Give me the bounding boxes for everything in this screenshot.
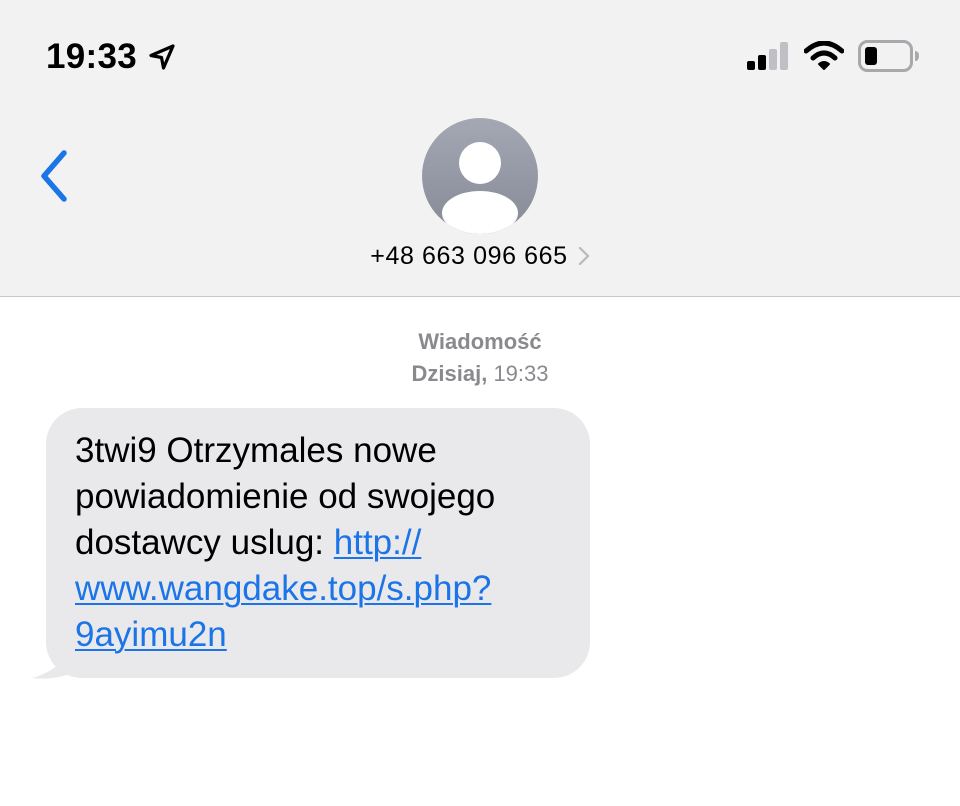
message-text-line-3: dostawcy uslug: bbox=[75, 523, 325, 562]
status-time-group: 19:33 bbox=[46, 36, 177, 78]
message-link-line-1: http:// bbox=[333, 523, 422, 562]
message-text-line-1: 3twi9 Otrzymales nowe bbox=[75, 431, 437, 470]
contact-avatar[interactable] bbox=[422, 118, 538, 234]
status-time: 19:33 bbox=[46, 37, 138, 76]
header-area: 19:33 +48 663 096 665 bbox=[0, 0, 960, 297]
chevron-right-icon bbox=[578, 246, 589, 266]
message-link-line-2: www.wangdake.top/s.php? bbox=[75, 569, 492, 608]
status-indicators bbox=[746, 40, 920, 72]
wifi-icon bbox=[804, 41, 844, 70]
message-text-line-2: powiadomienie od swojego bbox=[75, 477, 496, 516]
message-type-label: Wiadomość bbox=[418, 329, 542, 354]
message-bubble[interactable]: 3twi9 Otrzymales nowe powiadomienie od s… bbox=[46, 408, 590, 678]
conversation-header: +48 663 096 665 bbox=[0, 110, 960, 296]
back-button[interactable] bbox=[32, 146, 76, 206]
location-arrow-icon bbox=[149, 44, 175, 70]
incoming-message: 3twi9 Otrzymales nowe powiadomienie od s… bbox=[30, 408, 590, 682]
message-time: 19:33 bbox=[493, 361, 549, 386]
message-date: Dzisiaj, 19:33 bbox=[0, 358, 960, 390]
chevron-left-icon bbox=[41, 150, 67, 202]
message-timestamp: Wiadomość Dzisiaj, 19:33 bbox=[0, 326, 960, 390]
cellular-signal-icon bbox=[747, 42, 788, 70]
battery-low-icon bbox=[858, 40, 919, 72]
person-silhouette-icon bbox=[442, 142, 518, 234]
message-day: Dzisiaj, bbox=[411, 361, 488, 386]
message-link-line-3: 9ayimu2n bbox=[75, 615, 227, 654]
contact-number: +48 663 096 665 bbox=[370, 242, 568, 270]
status-bar: 19:33 bbox=[0, 0, 960, 110]
contact-details-button[interactable]: +48 663 096 665 bbox=[0, 240, 960, 272]
